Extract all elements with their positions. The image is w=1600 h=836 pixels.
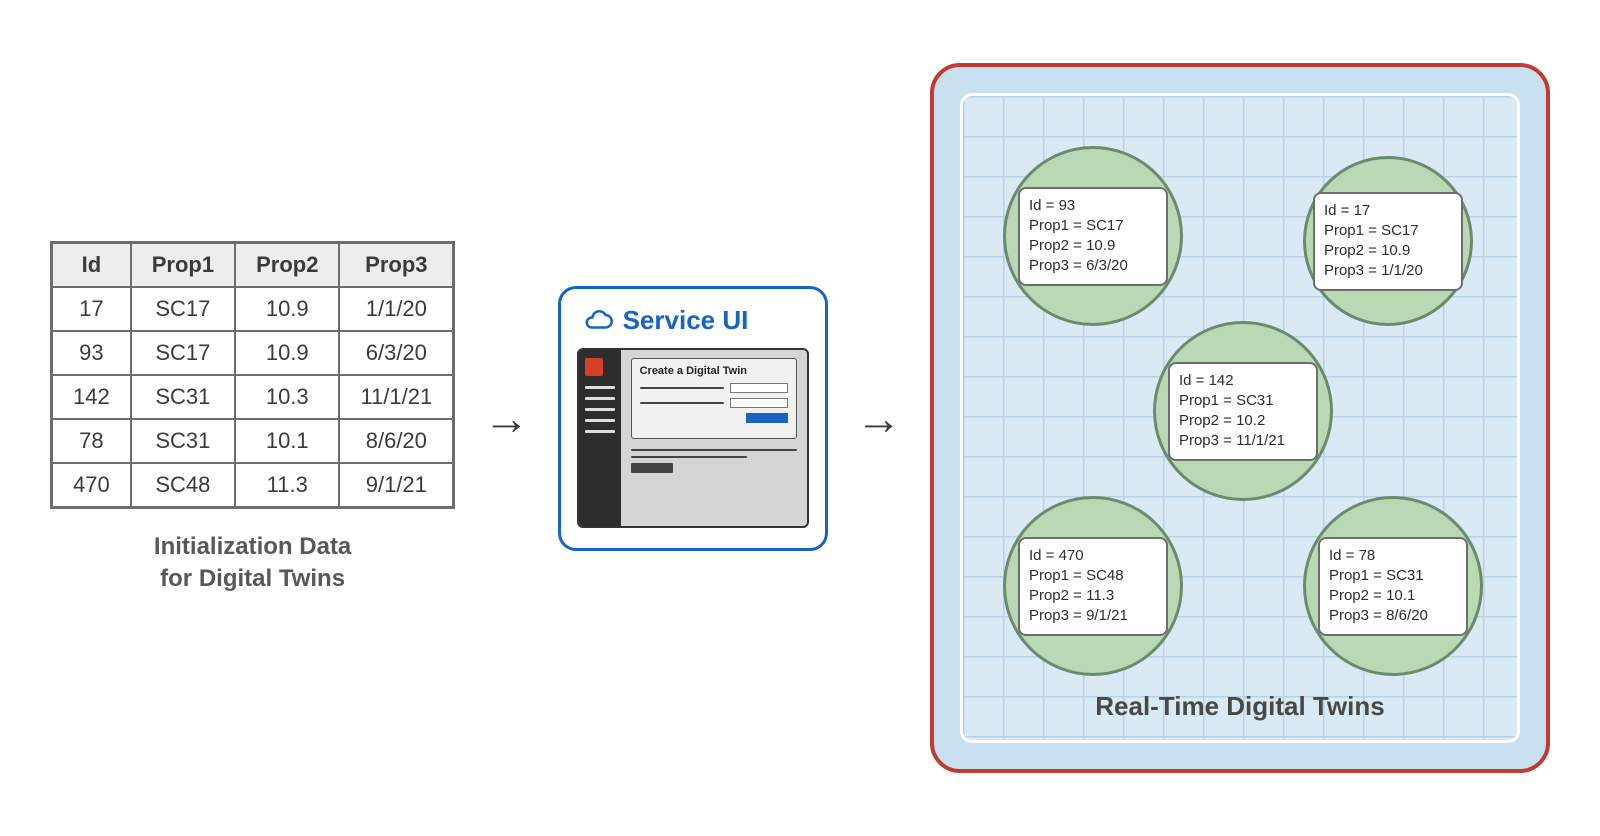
twins-grid: Real-Time Digital Twins Id = 93Prop1 = S… [960,93,1520,743]
digital-twin-card: Id = 93Prop1 = SC17Prop2 = 10.9Prop3 = 6… [1018,187,1168,286]
create-twin-panel: Create a Digital Twin [631,358,797,439]
table-cell: 9/1/21 [339,463,453,508]
cloud-icon [583,305,613,335]
table-cell: 8/6/20 [339,419,453,463]
table-row: 17SC1710.91/1/20 [52,287,454,331]
initialization-table-block: Id Prop1 Prop2 Prop3 17SC1710.91/1/2093S… [50,241,455,596]
table-cell: SC31 [131,419,235,463]
th-prop3: Prop3 [339,242,453,287]
table-cell: 17 [52,287,131,331]
digital-twin-node: Id = 78Prop1 = SC31Prop2 = 10.1Prop3 = 8… [1303,496,1483,676]
table-caption-line1: Initialization Data [154,531,351,563]
initialization-data-table: Id Prop1 Prop2 Prop3 17SC1710.91/1/2093S… [50,241,455,509]
table-cell: 11.3 [235,463,339,508]
arrow-right-icon: → [483,391,529,445]
service-ui-window: Create a Digital Twin [577,348,809,528]
form-field [730,383,788,393]
service-ui-sidebar [579,350,621,526]
table-cell: 10.9 [235,331,339,375]
table-cell: 470 [52,463,131,508]
table-cell: SC17 [131,331,235,375]
digital-twin-card: Id = 17Prop1 = SC17Prop2 = 10.9Prop3 = 1… [1313,192,1463,291]
form-action-button [631,463,673,473]
table-cell: SC31 [131,375,235,419]
create-twin-panel-title: Create a Digital Twin [640,365,788,377]
table-caption-line2: for Digital Twins [154,563,351,595]
digital-twin-node: Id = 17Prop1 = SC17Prop2 = 10.9Prop3 = 1… [1303,156,1473,326]
service-ui-title: Service UI [623,305,749,336]
table-row: 78SC3110.18/6/20 [52,419,454,463]
app-logo-square [585,358,603,376]
table-header-row: Id Prop1 Prop2 Prop3 [52,242,454,287]
table-cell: 142 [52,375,131,419]
table-cell: 93 [52,331,131,375]
twins-caption: Real-Time Digital Twins [963,691,1517,722]
digital-twin-card: Id = 470Prop1 = SC48Prop2 = 11.3Prop3 = … [1018,537,1168,636]
digital-twin-card: Id = 142Prop1 = SC31Prop2 = 10.2Prop3 = … [1168,362,1318,461]
realtime-twins-panel: Real-Time Digital Twins Id = 93Prop1 = S… [930,63,1550,773]
service-ui-main: Create a Digital Twin [621,350,807,526]
digital-twin-node: Id = 142Prop1 = SC31Prop2 = 10.2Prop3 = … [1153,321,1333,501]
form-field [730,398,788,408]
arrow-right-icon: → [856,391,902,445]
digital-twin-node: Id = 93Prop1 = SC17Prop2 = 10.9Prop3 = 6… [1003,146,1183,326]
service-ui-card: Service UI Create a Digital Twin [558,286,828,551]
th-id: Id [52,242,131,287]
table-row: 470SC4811.39/1/21 [52,463,454,508]
table-cell: 10.9 [235,287,339,331]
th-prop1: Prop1 [131,242,235,287]
form-submit-button [746,413,788,423]
table-cell: 10.1 [235,419,339,463]
digital-twin-node: Id = 470Prop1 = SC48Prop2 = 11.3Prop3 = … [1003,496,1183,676]
table-cell: SC48 [131,463,235,508]
table-cell: SC17 [131,287,235,331]
table-cell: 6/3/20 [339,331,453,375]
table-caption: Initialization Data for Digital Twins [154,531,351,596]
digital-twin-card: Id = 78Prop1 = SC31Prop2 = 10.1Prop3 = 8… [1318,537,1468,636]
table-cell: 78 [52,419,131,463]
table-cell: 11/1/21 [339,375,453,419]
table-cell: 1/1/20 [339,287,453,331]
table-row: 142SC3110.311/1/21 [52,375,454,419]
th-prop2: Prop2 [235,242,339,287]
table-row: 93SC1710.96/3/20 [52,331,454,375]
service-ui-details [631,449,797,473]
table-cell: 10.3 [235,375,339,419]
